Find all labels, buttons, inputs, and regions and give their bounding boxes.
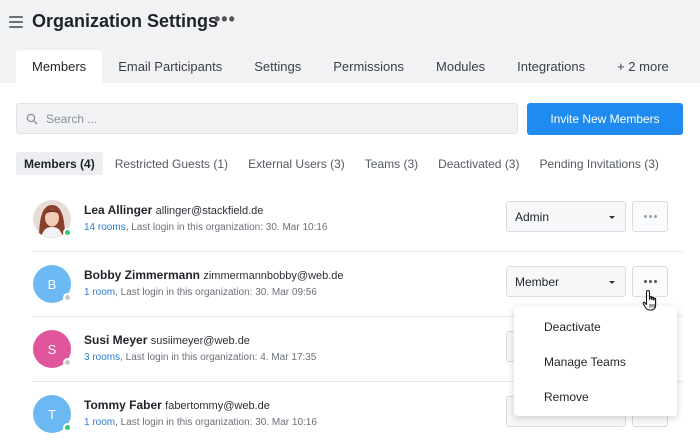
dot-icon	[643, 280, 647, 283]
dot-icon	[653, 280, 657, 283]
online-status-dot	[63, 228, 72, 237]
avatar: T	[33, 395, 72, 433]
search-icon	[26, 113, 38, 124]
tab-permissions[interactable]: Permissions	[317, 50, 420, 83]
role-value: Member	[515, 274, 560, 289]
member-name[interactable]: Lea Allinger	[84, 203, 152, 217]
role-select[interactable]: Admin	[506, 201, 626, 232]
dot-icon	[648, 215, 652, 218]
member-rooms-link[interactable]: 14 rooms	[84, 222, 126, 233]
search-box[interactable]	[16, 103, 518, 134]
tab-members[interactable]: Members	[16, 50, 103, 83]
menu-item-manage-teams[interactable]: Manage Teams	[514, 344, 677, 379]
settings-tabs: Members Email Participants Settings Perm…	[16, 50, 685, 83]
member-email: zimmermannbobby@web.de	[203, 270, 344, 282]
member-filter-tabs: Members (4) Restricted Guests (1) Extern…	[16, 152, 671, 175]
offline-status-dot	[63, 358, 72, 367]
role-value: Admin	[515, 209, 550, 224]
chevron-down-icon	[609, 281, 615, 284]
member-name[interactable]: Bobby Zimmermann	[84, 268, 200, 282]
title-more-button[interactable]: •••	[214, 9, 236, 30]
member-name[interactable]: Susi Meyer	[84, 333, 147, 347]
avatar-initial: B	[47, 276, 57, 292]
avatar: B	[33, 265, 72, 303]
avatar-initial: T	[48, 406, 56, 422]
member-context-menu: Deactivate Manage Teams Remove	[514, 306, 677, 416]
subtab-external-users[interactable]: External Users (3)	[240, 152, 353, 175]
member-email: susiimeyer@web.de	[150, 335, 250, 347]
subtab-restricted-guests[interactable]: Restricted Guests (1)	[107, 152, 236, 175]
member-more-button[interactable]	[632, 201, 668, 232]
tab-more[interactable]: + 2 more	[601, 50, 685, 83]
online-status-dot	[63, 423, 72, 432]
invite-new-members-button[interactable]: Invite New Members	[527, 103, 683, 135]
tab-integrations[interactable]: Integrations	[501, 50, 601, 83]
page-title: Organization Settings	[32, 11, 219, 31]
tab-settings[interactable]: Settings	[238, 50, 317, 83]
member-name[interactable]: Tommy Faber	[84, 398, 162, 412]
tab-email-participants[interactable]: Email Participants	[102, 50, 238, 83]
avatar-initial: S	[47, 341, 57, 357]
avatar	[33, 200, 72, 238]
member-email: fabertommy@web.de	[165, 400, 270, 412]
member-email: allinger@stackfield.de	[155, 205, 264, 217]
menu-item-deactivate[interactable]: Deactivate	[514, 309, 677, 344]
chevron-down-icon	[609, 216, 615, 219]
offline-status-dot	[63, 293, 72, 302]
member-last-login: , Last login in this organization: 30. M…	[125, 222, 328, 233]
member-rooms-link[interactable]: 3 rooms	[84, 352, 120, 363]
subtab-members[interactable]: Members (4)	[16, 152, 103, 175]
subtab-deactivated[interactable]: Deactivated (3)	[430, 152, 527, 175]
member-rooms-link[interactable]: 1 room	[84, 287, 115, 298]
subtab-pending-invitations[interactable]: Pending Invitations (3)	[531, 152, 666, 175]
member-last-login: , Last login in this organization: 4. Ma…	[120, 352, 317, 363]
hamburger-menu-icon[interactable]	[9, 16, 23, 30]
member-row: Lea Allinger allinger@stackfield.de 14 r…	[16, 187, 683, 252]
avatar: S	[33, 330, 72, 368]
member-last-login: , Last login in this organization: 30. M…	[115, 417, 317, 428]
subtab-teams[interactable]: Teams (3)	[357, 152, 426, 175]
hand-cursor-icon	[642, 289, 657, 311]
search-input[interactable]	[46, 111, 486, 126]
member-rooms-link[interactable]: 1 room	[84, 417, 115, 428]
menu-item-remove[interactable]: Remove	[514, 379, 677, 414]
tab-modules[interactable]: Modules	[420, 50, 501, 83]
dot-icon	[643, 215, 647, 218]
role-select[interactable]: Member	[506, 266, 626, 297]
top-bar: Organization Settings ••• Members Email …	[0, 0, 700, 83]
member-last-login: , Last login in this organization: 30. M…	[115, 287, 317, 298]
dot-icon	[648, 280, 652, 283]
dot-icon	[653, 215, 657, 218]
